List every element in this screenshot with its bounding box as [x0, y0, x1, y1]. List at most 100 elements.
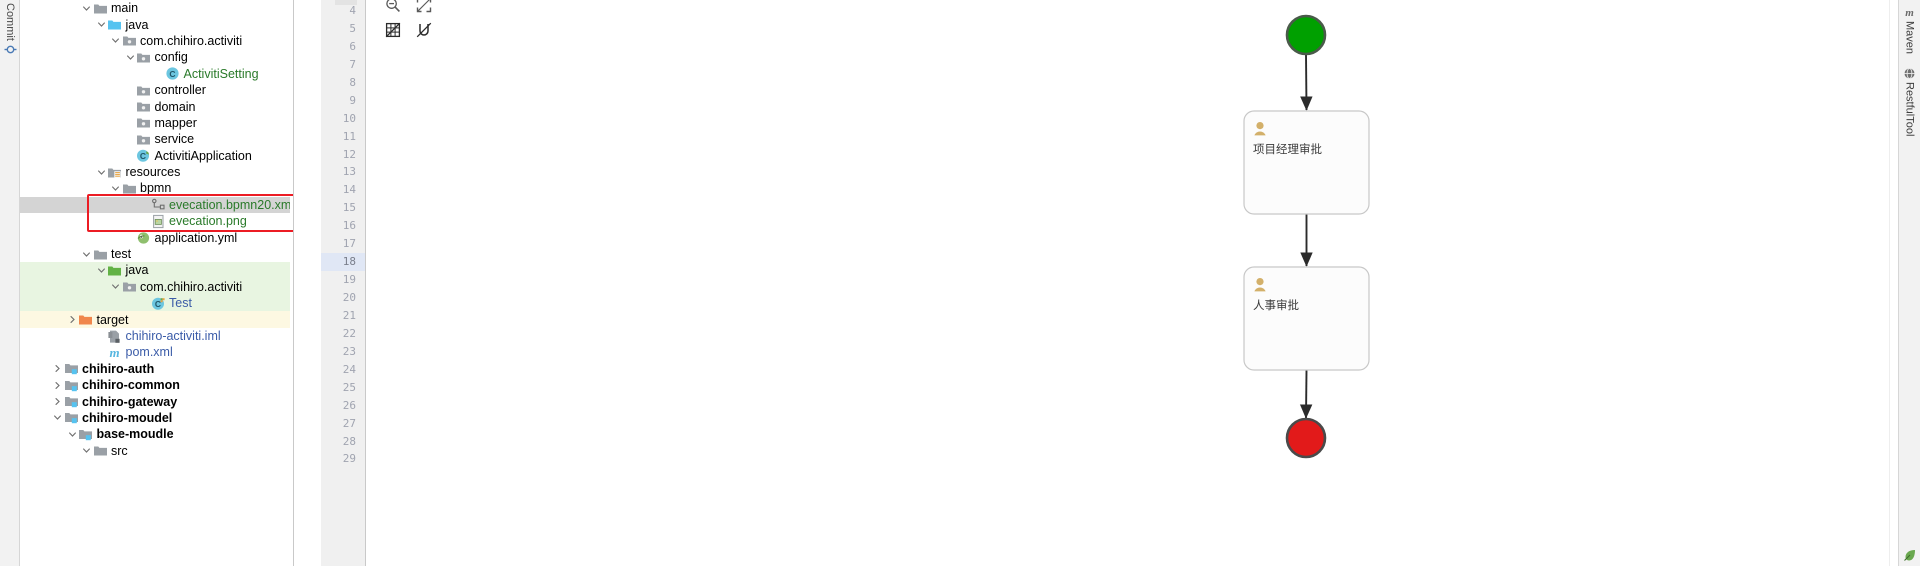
line-number[interactable]: 22: [321, 325, 365, 343]
sequence-flow-startEvent-to-task1[interactable]: [1300, 53, 1313, 111]
tree-item-label: config: [154, 50, 188, 65]
line-number[interactable]: 10: [321, 110, 365, 128]
tree-item-controller[interactable]: controller: [20, 82, 293, 98]
line-number[interactable]: 28: [321, 433, 365, 451]
chevron-down-icon[interactable]: [81, 246, 92, 262]
line-number[interactable]: 7: [321, 56, 365, 74]
line-number[interactable]: 14: [321, 181, 365, 199]
chevron-down-icon[interactable]: [67, 426, 78, 442]
chevron-down-icon[interactable]: [81, 443, 92, 459]
line-number[interactable]: 25: [321, 379, 365, 397]
chevron-down-icon[interactable]: [125, 49, 136, 65]
line-number[interactable]: 8: [321, 74, 365, 92]
chevron-down-icon[interactable]: [96, 164, 107, 180]
chevron-down-icon[interactable]: [110, 180, 121, 196]
tree-item-domain[interactable]: domain: [20, 98, 293, 114]
line-number[interactable]: 26: [321, 397, 365, 415]
line-number[interactable]: 9: [321, 92, 365, 110]
tree-item-chihiro-activiti-iml[interactable]: chihiro-activiti.iml: [20, 328, 293, 344]
chevron-right-icon[interactable]: [52, 394, 63, 410]
package-icon: [121, 279, 137, 295]
bpmn-end-event[interactable]: [1285, 417, 1327, 459]
tree-item-label: mapper: [154, 115, 197, 130]
tree-item-chihiro-common[interactable]: chihiro-common: [20, 377, 293, 393]
tree-item-config[interactable]: config: [20, 49, 293, 65]
toggle-snap-icon[interactable]: [415, 21, 432, 38]
tree-item-resources[interactable]: resources: [20, 164, 293, 180]
tree-item-service[interactable]: service: [20, 131, 293, 147]
tree-item-mapper[interactable]: mapper: [20, 115, 293, 131]
chevron-down-icon[interactable]: [110, 33, 121, 49]
fit-screen-icon[interactable]: [415, 0, 432, 13]
tree-item-label: chihiro-gateway: [82, 394, 178, 409]
line-number[interactable]: 13: [321, 163, 365, 181]
chevron-right-icon[interactable]: [52, 377, 63, 393]
tree-item-activitisetting[interactable]: C ActivitiSetting: [20, 66, 293, 82]
line-number-gutter[interactable]: 4 5 6 7 8 9 10 11 12 13 14 15 16 17 18 19 20 21 22 23 24 25 26…: [321, 0, 366, 566]
module-icon: [63, 377, 79, 393]
tool-tab-restfultool[interactable]: RestfulTool: [1903, 66, 1917, 136]
plugin-leaf-icon[interactable]: [1903, 548, 1917, 562]
class-icon: C: [165, 66, 181, 82]
tree-item-main[interactable]: main: [20, 0, 293, 16]
tree-item-chihiro-moudel[interactable]: chihiro-moudel: [20, 410, 293, 426]
chevron-down-icon[interactable]: [96, 17, 107, 33]
line-number[interactable]: 15: [321, 199, 365, 217]
tree-item-com-chihiro-activiti[interactable]: com.chihiro.activiti: [20, 33, 293, 49]
line-number[interactable]: 5: [321, 20, 365, 38]
diagram-toolbar-row-2: [384, 21, 432, 38]
tree-item-application-yml[interactable]: application.yml: [20, 229, 293, 245]
line-number[interactable]: 6: [321, 38, 365, 56]
tree-item-target[interactable]: target: [20, 311, 293, 328]
chevron-down-icon[interactable]: [96, 262, 107, 278]
chevron-down-icon[interactable]: [52, 410, 63, 426]
line-number[interactable]: 21: [321, 307, 365, 325]
tree-item-activitiapplication[interactable]: C ActivitiApplication: [20, 148, 293, 164]
tree-item-base-moudle[interactable]: base-moudle: [20, 426, 293, 442]
tree-item-label: service: [154, 132, 195, 147]
line-number[interactable]: 12: [321, 146, 365, 164]
tree-item-evecation-bpmn20-xml[interactable]: evecation.bpmn20.xml: [20, 196, 293, 214]
bpmn-start-event[interactable]: [1285, 14, 1327, 56]
chevron-down-icon[interactable]: [81, 0, 92, 16]
toggle-grid-icon[interactable]: [384, 21, 401, 38]
bpmn-diagram[interactable]: 项目经理审批人事审批: [366, 0, 1898, 566]
tree-item-chihiro-auth[interactable]: chihiro-auth: [20, 361, 293, 377]
chevron-right-icon[interactable]: [67, 312, 78, 328]
line-number[interactable]: 23: [321, 343, 365, 361]
chevron-down-icon[interactable]: [110, 279, 121, 295]
line-number[interactable]: 11: [321, 128, 365, 146]
chevron-right-icon[interactable]: [52, 361, 63, 377]
tree-twisty-spacer: [139, 213, 150, 229]
tool-tab-commit[interactable]: Commit: [0, 2, 20, 57]
line-number[interactable]: 19: [321, 271, 365, 289]
tree-item-bpmn[interactable]: bpmn: [20, 180, 293, 196]
sequence-flow-task2-to-endEvent[interactable]: [1299, 369, 1313, 419]
tree-item-evecation-png[interactable]: evecation.png: [20, 213, 293, 229]
line-number[interactable]: 20: [321, 289, 365, 307]
line-number[interactable]: 24: [321, 361, 365, 379]
tree-item-src[interactable]: src: [20, 443, 293, 459]
line-number[interactable]: 29: [321, 450, 365, 468]
bpmn-user-task[interactable]: 人事审批: [1243, 266, 1370, 371]
line-number[interactable]: 17: [321, 235, 365, 253]
tree-item-chihiro-gateway[interactable]: chihiro-gateway: [20, 393, 293, 409]
tree-item-test[interactable]: test: [20, 246, 293, 262]
editor-vertical-scrollbar[interactable]: [1889, 0, 1898, 566]
tree-item-test[interactable]: C Test: [20, 295, 293, 312]
tree-item-label: chihiro-activiti.iml: [125, 329, 221, 343]
zoom-out-icon[interactable]: [384, 0, 401, 13]
tree-item-java[interactable]: java: [20, 262, 293, 279]
bpmn-user-task[interactable]: 项目经理审批: [1243, 110, 1370, 215]
tree-item-label: main: [111, 1, 139, 16]
line-number[interactable]: 27: [321, 415, 365, 433]
line-number[interactable]: 18: [321, 253, 365, 272]
tree-item-com-chihiro-activiti[interactable]: com.chihiro.activiti: [20, 278, 293, 296]
line-number[interactable]: 16: [321, 217, 365, 235]
bpmn-editor-area[interactable]: 项目经理审批 人事审批: [366, 0, 1898, 566]
tool-tab-maven[interactable]: m Maven: [1903, 5, 1917, 55]
tree-item-label: resources: [125, 165, 181, 180]
tree-item-pom-xml[interactable]: m pom.xml: [20, 344, 293, 360]
project-tree-panel[interactable]: main java com.chihiro.activiti config C Activ…: [20, 0, 293, 566]
tree-item-java[interactable]: java: [20, 16, 293, 32]
